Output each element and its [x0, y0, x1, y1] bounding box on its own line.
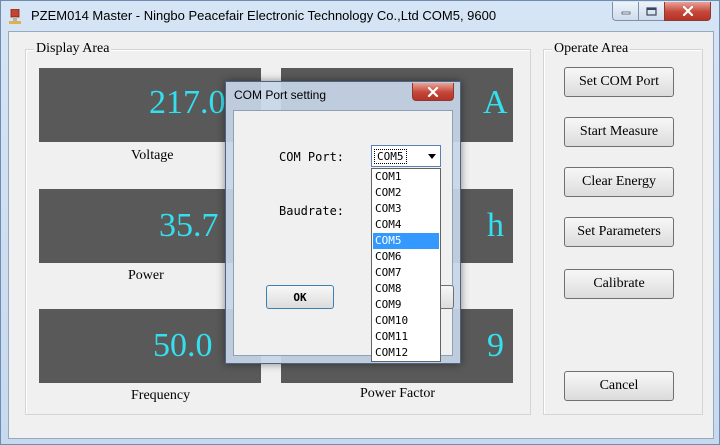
- clear-energy-button[interactable]: Clear Energy: [564, 167, 674, 197]
- calibrate-button[interactable]: Calibrate: [564, 269, 674, 299]
- com-option-com9[interactable]: COM9: [373, 297, 439, 313]
- com-option-com12[interactable]: COM12: [373, 345, 439, 361]
- close-button[interactable]: [664, 2, 711, 21]
- com-option-com11[interactable]: COM11: [373, 329, 439, 345]
- minimize-button[interactable]: [612, 2, 639, 21]
- chevron-down-icon: [428, 154, 436, 159]
- close-icon: [427, 86, 439, 97]
- com-option-com8[interactable]: COM8: [373, 281, 439, 297]
- energy-value: h: [487, 207, 504, 244]
- power-factor-label: Power Factor: [360, 386, 436, 401]
- plug-meter-icon: [9, 9, 21, 24]
- voltage-label: Voltage: [131, 148, 174, 163]
- current-value: A: [483, 84, 508, 121]
- baudrate-label: Baudrate:: [279, 204, 345, 218]
- dialog-hidden-button-edge[interactable]: [441, 285, 454, 309]
- window-title: PZEM014 Master - Ningbo Peacefair Electr…: [31, 8, 497, 23]
- com-option-com3[interactable]: COM3: [373, 201, 439, 217]
- frequency-label: Frequency: [131, 388, 191, 403]
- start-measure-button[interactable]: Start Measure: [564, 117, 674, 147]
- maximize-icon: [646, 6, 657, 16]
- power-value: 35.7: [159, 207, 219, 244]
- power-label: Power: [128, 268, 164, 283]
- title-bar[interactable]: PZEM014 Master - Ningbo Peacefair Electr…: [1, 1, 720, 31]
- com-option-com1[interactable]: COM1: [373, 169, 439, 185]
- com-option-com10[interactable]: COM10: [373, 313, 439, 329]
- maximize-button[interactable]: [638, 2, 665, 21]
- voltage-value: 217.0: [149, 84, 226, 121]
- set-com-port-button[interactable]: Set COM Port: [564, 67, 674, 97]
- frequency-value: 50.0: [153, 327, 213, 364]
- dialog-close-button[interactable]: [412, 83, 454, 101]
- operate-area-label: Operate Area: [552, 41, 631, 57]
- com-port-select-value: COM5: [374, 149, 407, 164]
- com-option-com2[interactable]: COM2: [373, 185, 439, 201]
- dialog-title: COM Port setting: [234, 88, 327, 102]
- com-port-label: COM Port:: [279, 150, 345, 164]
- minimize-icon: [621, 11, 630, 15]
- com-option-com6[interactable]: COM6: [373, 249, 439, 265]
- com-port-dropdown-list[interactable]: COM1 COM2 COM3 COM4 COM5 COM6 COM7 COM8 …: [371, 168, 441, 362]
- power-factor-value: 9: [487, 327, 504, 364]
- com-port-select[interactable]: COM5: [371, 145, 441, 167]
- dialog-title-bar[interactable]: COM Port setting: [226, 82, 460, 108]
- display-area-label: Display Area: [34, 41, 112, 57]
- com-option-com5[interactable]: COM5: [373, 233, 439, 249]
- close-icon: [682, 6, 693, 16]
- com-option-com7[interactable]: COM7: [373, 265, 439, 281]
- cancel-button[interactable]: Cancel: [564, 371, 674, 401]
- set-parameters-button[interactable]: Set Parameters: [564, 217, 674, 247]
- ok-button[interactable]: OK: [266, 285, 334, 309]
- com-option-com4[interactable]: COM4: [373, 217, 439, 233]
